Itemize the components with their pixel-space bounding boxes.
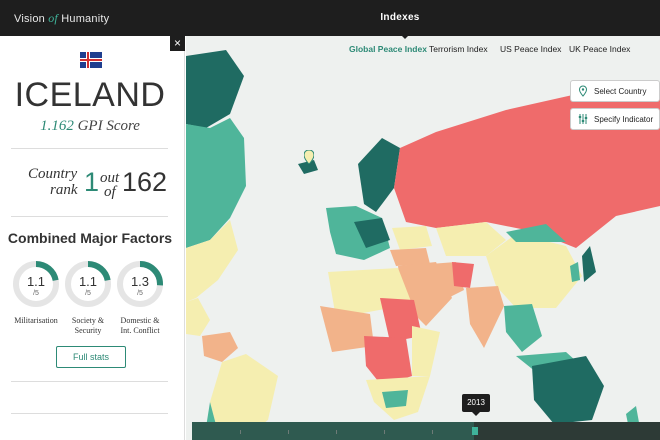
afghanistan-region [452, 262, 474, 288]
rank-total: 162 [122, 167, 168, 197]
close-button[interactable]: × [170, 36, 185, 51]
country-name: ICELAND [14, 76, 166, 114]
society-security-value: 1.1 [78, 274, 98, 289]
southeast-asia-region [504, 304, 542, 352]
specify-indicator-button[interactable]: Specify Indicator [570, 108, 660, 130]
conflict-value: 1.3 [130, 274, 150, 289]
indexes-caret-icon [400, 34, 410, 39]
conflict-denominator: /5 [137, 290, 143, 297]
timeline-tick [288, 430, 289, 434]
year-timeline[interactable] [192, 422, 660, 440]
specify-indicator-label: Specify Indicator [594, 115, 654, 124]
tab-global-peace-index[interactable]: Global Peace Index [349, 44, 427, 54]
top-bar: Vision of Humanity Indexes [0, 0, 660, 36]
country-panel: × ICELAND 1.162 GPI Score Country rank 1… [0, 36, 185, 440]
rank-label-rank: rank [50, 182, 78, 198]
gpi-score-value: 1.162 [40, 118, 74, 134]
conflict-label: Domestic & Int. Conflict [120, 316, 160, 335]
scandinavia-region [358, 138, 400, 212]
indexes-menu[interactable]: Indexes [0, 12, 660, 23]
society-security-label: Society & Security [71, 316, 105, 335]
divider [11, 148, 168, 149]
society-security-denominator: /5 [85, 290, 91, 297]
militarisation-gauge: 1.1 /5 [12, 260, 60, 308]
divider [11, 413, 168, 414]
canada-region [186, 118, 246, 248]
rank-value: 1 [84, 167, 100, 197]
map-pin-icon [578, 85, 588, 97]
select-country-label: Select Country [594, 87, 647, 96]
iceland-flag-icon [80, 52, 102, 68]
timeline-handle[interactable] [472, 427, 478, 435]
gpi-score-label: GPI Score [77, 118, 140, 134]
india-region [466, 286, 504, 348]
militarisation-value: 1.1 [26, 274, 46, 289]
iceland-marker-icon[interactable] [304, 150, 314, 164]
mexico-region [186, 298, 210, 336]
divider [11, 216, 168, 217]
timeline-tick [384, 430, 385, 434]
japan-region [582, 246, 596, 282]
timeline-tick [240, 430, 241, 434]
rank-label-country: Country [28, 166, 78, 182]
society-security-gauge: 1.1 /5 [64, 260, 112, 308]
botswana-region [382, 390, 408, 408]
tab-terrorism-index[interactable]: Terrorism Index [429, 44, 488, 54]
east-africa-region [412, 326, 440, 376]
sliders-icon [578, 114, 588, 124]
timeline-tick [336, 430, 337, 434]
gpi-score-line: 1.162 GPI Score [0, 118, 180, 135]
colombia-region [202, 332, 238, 362]
tab-uk-peace-index[interactable]: UK Peace Index [569, 44, 630, 54]
full-stats-button[interactable]: Full stats [56, 346, 126, 368]
militarisation-label: Militarisation [14, 316, 58, 325]
tab-us-peace-index[interactable]: US Peace Index [500, 44, 561, 54]
rank-label-of: of [104, 184, 116, 200]
divider [11, 381, 168, 382]
australia-region [532, 356, 604, 424]
ukraine-region [392, 226, 432, 250]
select-country-button[interactable]: Select Country [570, 80, 660, 102]
year-badge: 2013 [462, 394, 490, 416]
timeline-tick [432, 430, 433, 434]
factors-title: Combined Major Factors [7, 230, 173, 246]
militarisation-denominator: /5 [33, 290, 39, 297]
index-tabs: Global Peace Index Terrorism Index US Pe… [186, 36, 660, 64]
conflict-gauge: 1.3 /5 [116, 260, 164, 308]
